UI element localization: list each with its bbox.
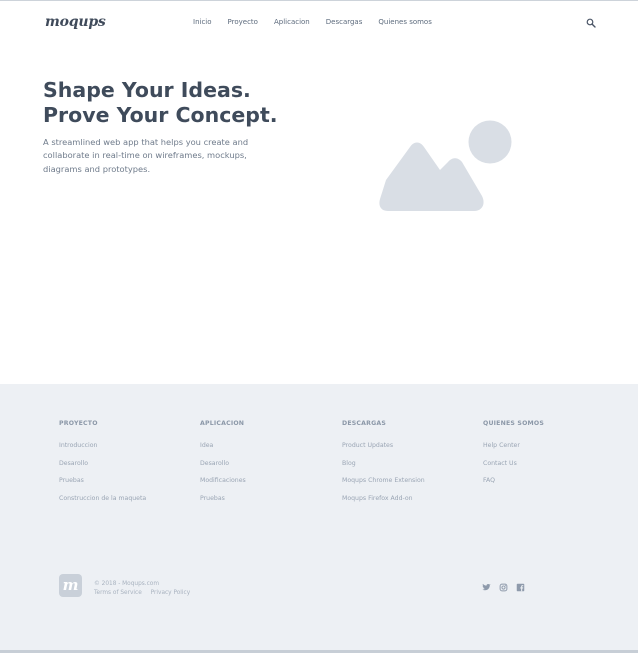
hero-title-line-2: Prove Your Concept. [43,103,278,127]
footer-link[interactable]: Pruebas [200,495,246,502]
footer-link[interactable]: Modificaciones [200,477,246,484]
footer-column-proyecto: PROYECTO Introduccion Desarollo Pruebas … [59,420,146,512]
terms-link[interactable]: Terms of Service [94,590,142,596]
image-placeholder-icon [379,120,512,211]
hero-title-line-1: Shape Your Ideas. [43,78,251,102]
footer-column-quienes-somos: QUIENES SOMOS Help Center Contact Us FAQ [483,420,544,495]
facebook-icon[interactable] [516,583,525,592]
footer-link[interactable]: Blog [342,460,425,467]
footer-link[interactable]: Moqups Firefox Add-on [342,495,425,502]
instagram-icon[interactable] [499,583,508,592]
footer-column-title: DESCARGAS [342,420,387,427]
footer-link[interactable]: Desarollo [200,460,246,467]
footer-column-title: PROYECTO [59,420,98,427]
footer-link[interactable]: FAQ [483,477,544,484]
main-nav: Inicio Proyecto Aplicacion Descargas Qui… [193,18,448,26]
nav-descargas[interactable]: Descargas [326,18,363,26]
nav-proyecto[interactable]: Proyecto [228,18,258,26]
twitter-icon[interactable] [482,583,491,592]
search-icon[interactable] [586,18,596,28]
footer-link[interactable]: Contact Us [483,460,544,467]
nav-quienes-somos[interactable]: Quienes somos [378,18,432,26]
footer-link[interactable]: Idea [200,442,246,449]
footer-link[interactable]: Help Center [483,442,544,449]
footer-link[interactable]: Moqups Chrome Extension [342,477,425,484]
footer-column-title: QUIENES SOMOS [483,420,545,427]
top-border [0,0,638,1]
hero-title: Shape Your Ideas. Prove Your Concept. [43,78,303,128]
nav-inicio[interactable]: Inicio [193,18,212,26]
footer-link[interactable]: Pruebas [59,477,146,484]
copyright-text: © 2018 - Moqups.com [94,581,159,587]
footer-column-title: APLICACION [200,420,245,427]
footer-link[interactable]: Desarollo [59,460,146,467]
footer-link[interactable]: Construccion de la maqueta [59,495,146,502]
footer-column-aplicacion: APLICACION Idea Desarollo Modificaciones… [200,420,246,512]
legal-links: Terms of Service Privacy Policy [94,590,197,596]
hero-subtitle: A streamlined web app that helps you cre… [43,137,249,174]
footer-logo[interactable]: m [59,574,82,597]
footer: PROYECTO Introduccion Desarollo Pruebas … [0,384,638,650]
moqups-logo[interactable]: moqups [45,14,106,30]
nav-aplicacion[interactable]: Aplicacion [274,18,310,26]
footer-link[interactable]: Product Updates [342,442,425,449]
footer-link[interactable]: Introduccion [59,442,146,449]
privacy-link[interactable]: Privacy Policy [151,590,191,596]
footer-column-descargas: DESCARGAS Product Updates Blog Moqups Ch… [342,420,425,512]
